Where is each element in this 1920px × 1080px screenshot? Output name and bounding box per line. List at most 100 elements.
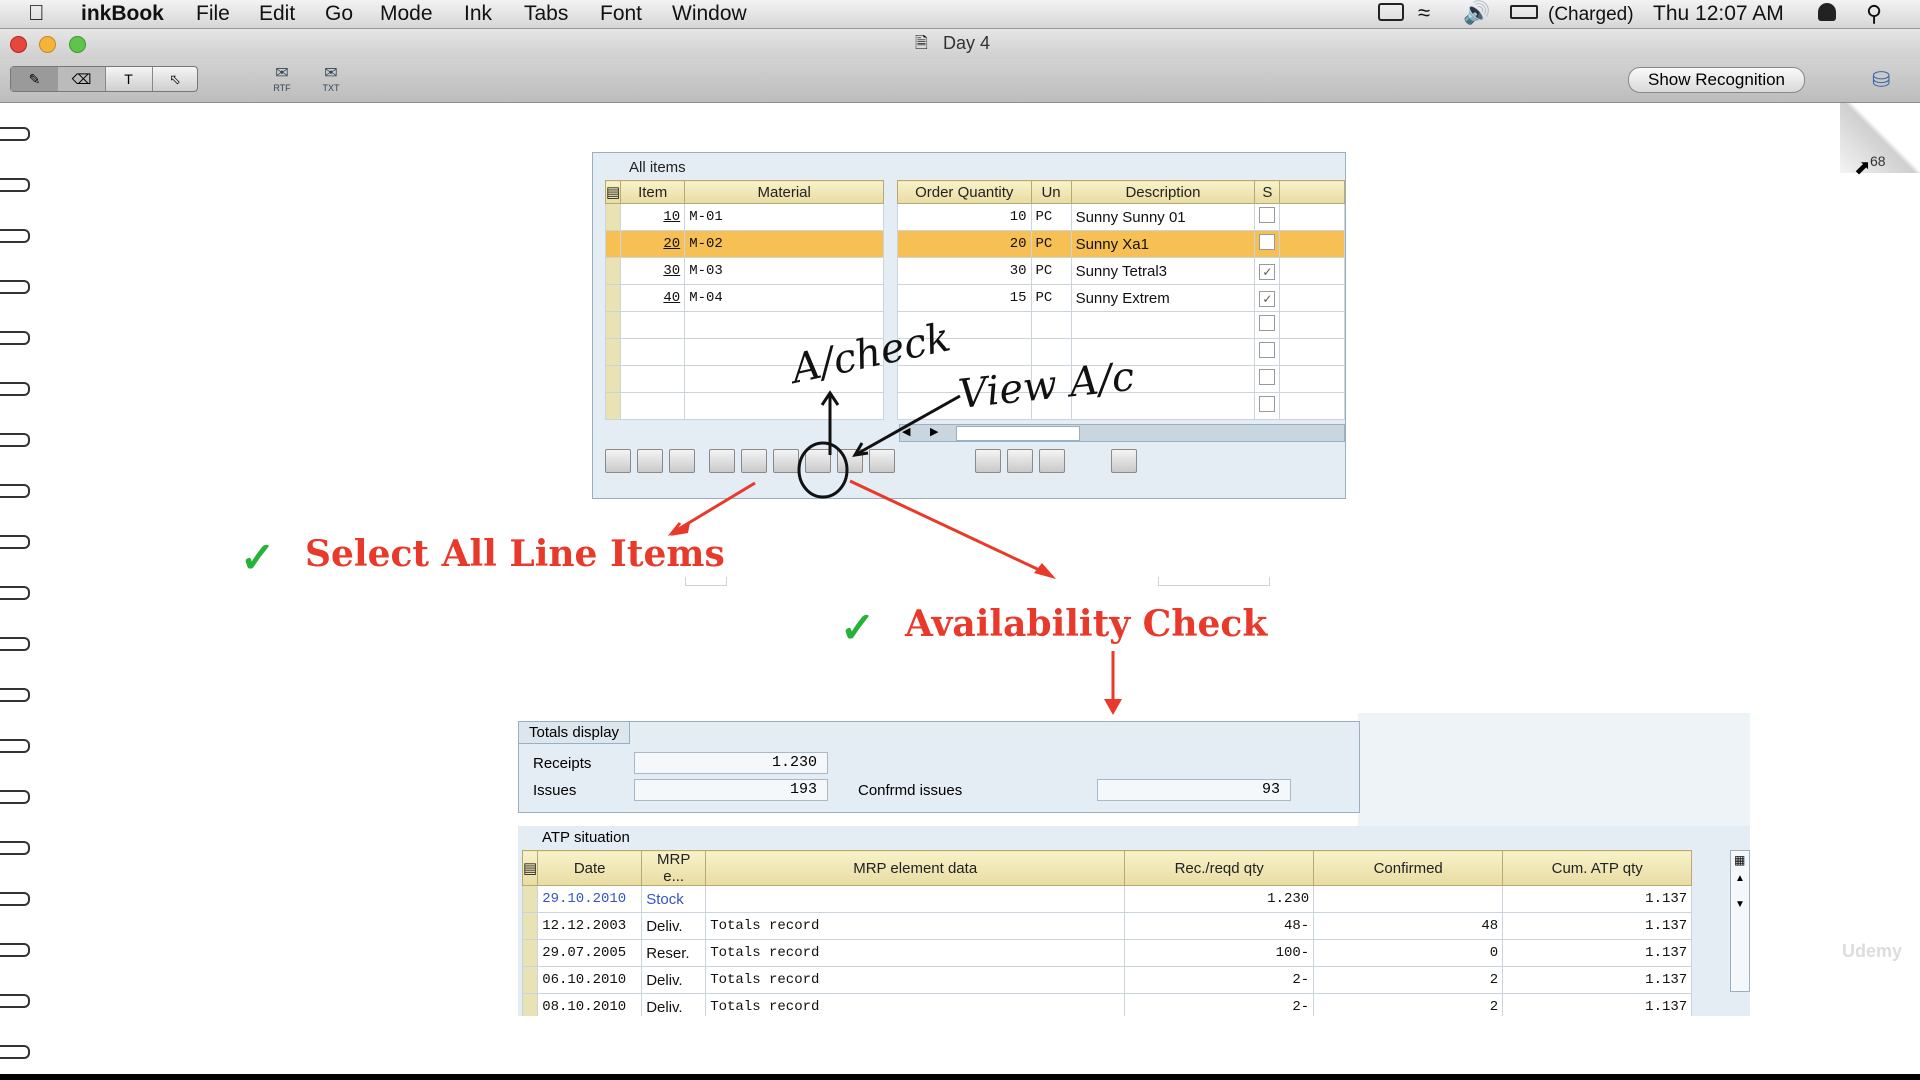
screen-record-icon[interactable] (1378, 3, 1404, 21)
cell-qty: 2- (1124, 993, 1315, 1016)
cell-mrp-data: Totals record (705, 939, 1126, 967)
cell-mrp-element[interactable]: Stock (641, 885, 707, 913)
window-title-bar: 🗎 Day 4 (0, 29, 1920, 59)
cell-cum-atp: 1.137 (1502, 993, 1693, 1016)
menu-font[interactable]: Font (600, 2, 642, 26)
tool-segmented-control: ✎ ⌫ T ⬁ (10, 66, 198, 92)
show-recognition-button[interactable]: Show Recognition (1628, 67, 1805, 93)
cell-date: 12.12.2003 (537, 912, 643, 940)
col-mrp-element[interactable]: MRP e... (641, 850, 707, 886)
cell-confirmed: 2 (1313, 966, 1504, 994)
atp-title: ATP situation (542, 829, 630, 846)
atp-panel: ATP situation ▤ Date MRP e... MRP elemen… (518, 826, 1750, 1016)
column-settings-icon[interactable]: ▦ (1734, 853, 1745, 867)
cell-confirmed: 48 (1313, 912, 1504, 940)
menu-ink[interactable]: Ink (464, 2, 492, 26)
user-icon[interactable] (1818, 3, 1836, 21)
scroll-up-icon[interactable]: ▲ (1735, 873, 1745, 884)
handwriting-acheck: A/check (784, 314, 955, 393)
cell-mrp-element: Reser. (641, 939, 707, 967)
red-arrow-availability (849, 479, 1051, 577)
atp-grid: ▤ Date MRP e... MRP element data Rec./re… (521, 850, 1693, 1016)
arrow-to-view (852, 394, 961, 457)
panel-fragment (685, 577, 727, 586)
close-button[interactable] (10, 36, 27, 53)
cell-mrp-data (705, 885, 1126, 913)
menu-file[interactable]: File (196, 2, 230, 26)
confirmed-issues-field: 93 (1097, 779, 1291, 801)
cell-cum-atp: 1.137 (1502, 885, 1693, 913)
zoom-button[interactable] (69, 36, 86, 53)
cell-mrp-element: Deliv. (641, 993, 707, 1016)
notebook-page: ⬈ 68 All items ▤ Item Material 10 M-01 20… (0, 103, 1920, 1074)
text-tool-button[interactable]: T (105, 67, 153, 91)
minimize-button[interactable] (39, 36, 56, 53)
table-row[interactable]: 12.12.2003 Deliv. Totals record 48- 48 1.137 (521, 912, 1693, 940)
table-row[interactable]: 29.10.2010 Stock 1.230 1.137 (521, 885, 1693, 913)
basket-icon[interactable]: ⛁ (1872, 67, 1890, 93)
toolbar: ✎ ⌫ T ⬁ ✉ RTF ✉ TXT Show Recognition ⛁ (0, 59, 1920, 103)
table-row[interactable]: 06.10.2010 Deliv. Totals record 2- 2 1.137 (521, 966, 1693, 994)
cell-date: 08.10.2010 (537, 993, 643, 1016)
handwriting-view-ac: View A/c (956, 354, 1136, 418)
apple-icon[interactable]:  (28, 0, 45, 26)
cell-cum-atp: 1.137 (1502, 912, 1693, 940)
cell-mrp-element: Deliv. (641, 966, 707, 994)
cell-date: 29.07.2005 (537, 939, 643, 967)
select-all-line-items-label: Select All Line Items (305, 533, 725, 575)
menu-tabs[interactable]: Tabs (524, 2, 568, 26)
clock[interactable]: Thu 12:07 AM (1653, 2, 1784, 26)
cell-confirmed (1313, 885, 1504, 913)
volume-icon[interactable]: 🔊 (1463, 0, 1490, 26)
col-date[interactable]: Date (537, 850, 643, 886)
export-rtf-label: RTF (273, 83, 291, 93)
menu-bar:  inkBook File Edit Go Mode Ink Tabs Fon… (0, 0, 1920, 29)
menu-mode[interactable]: Mode (380, 2, 433, 26)
red-arrow-select-all (667, 481, 756, 537)
totals-panel: Totals display Receipts 1.230 Issues 193… (518, 721, 1360, 813)
totals-tab[interactable]: Totals display (519, 722, 631, 744)
table-row[interactable]: 08.10.2010 Deliv. Totals record 2- 2 1.137 (521, 993, 1693, 1016)
cell-mrp-element: Deliv. (641, 912, 707, 940)
availability-check-label: Availability Check (905, 603, 1268, 645)
col-cum-atp-qty[interactable]: Cum. ATP qty (1502, 850, 1693, 886)
cell-qty: 2- (1124, 966, 1315, 994)
cell-mrp-data: Totals record (705, 912, 1126, 940)
menu-edit[interactable]: Edit (259, 2, 295, 26)
export-txt-icon[interactable]: ✉ TXT (313, 63, 349, 95)
receipts-label: Receipts (533, 755, 592, 772)
vertical-scrollbar[interactable]: ▦ ▲ ▼ (1730, 850, 1750, 992)
eraser-tool-icon[interactable]: ⌫ (58, 67, 106, 91)
cell-mrp-data: Totals record (705, 966, 1126, 994)
cell-confirmed: 2 (1313, 993, 1504, 1016)
grid-select-all-icon[interactable]: ▤ (521, 850, 539, 886)
scroll-down-icon[interactable]: ▼ (1735, 899, 1745, 910)
menu-go[interactable]: Go (325, 2, 353, 26)
check-icon: ✓ (840, 604, 876, 651)
col-mrp-element-data[interactable]: MRP element data (705, 850, 1126, 886)
udemy-watermark: Udemy (1842, 941, 1903, 961)
export-rtf-icon[interactable]: ✉ RTF (264, 63, 300, 95)
battery-icon[interactable] (1510, 5, 1538, 19)
confirmed-issues-label: Confrmd issues (858, 782, 963, 799)
app-menu[interactable]: inkBook (81, 2, 164, 26)
issues-field: 193 (634, 779, 828, 801)
battery-status: (Charged) (1548, 4, 1634, 25)
col-confirmed[interactable]: Confirmed (1313, 850, 1504, 886)
receipts-field: 1.230 (634, 752, 828, 774)
issues-label: Issues (533, 782, 577, 799)
table-row[interactable]: 29.07.2005 Reser. Totals record 100- 0 1.137 (521, 939, 1693, 967)
export-txt-label: TXT (322, 83, 340, 93)
window-title: Day 4 (943, 33, 991, 53)
cell-confirmed: 0 (1313, 939, 1504, 967)
cell-qty: 1.230 (1124, 885, 1315, 913)
menu-window[interactable]: Window (672, 2, 747, 26)
cell-date[interactable]: 29.10.2010 (537, 885, 643, 913)
spotlight-search-icon[interactable]: ⚲ (1866, 1, 1882, 27)
pen-tool-icon[interactable]: ✎ (11, 67, 59, 91)
cell-mrp-data: Totals record (705, 993, 1126, 1016)
col-rec-reqd-qty[interactable]: Rec./reqd qty (1124, 850, 1315, 886)
cell-date: 06.10.2010 (537, 966, 643, 994)
wifi-icon[interactable]: ≈ (1418, 0, 1430, 26)
select-tool-icon[interactable]: ⬁ (152, 67, 198, 91)
